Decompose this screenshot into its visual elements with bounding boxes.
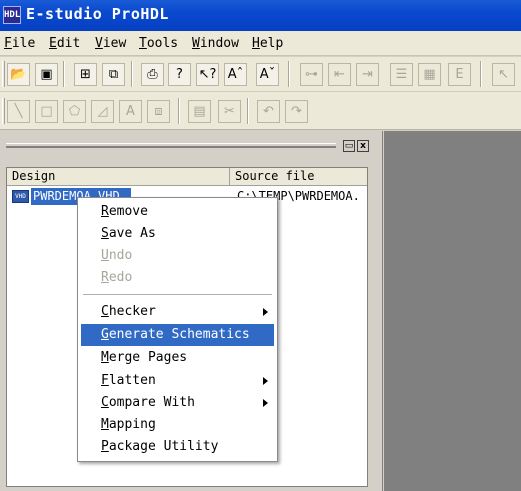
submenu-arrow-icon <box>263 308 268 316</box>
menu-item-compare-with[interactable]: Compare With <box>81 392 274 414</box>
help-icon[interactable]: ? <box>168 63 191 86</box>
app-icon[interactable]: HDL <box>3 6 21 24</box>
toolbar-separator <box>480 61 482 87</box>
submenu-arrow-icon <box>263 377 268 385</box>
list-icon[interactable]: ☰ <box>390 63 413 86</box>
panel-header[interactable]: ▭ x <box>0 136 383 153</box>
menu-window[interactable]: Window <box>192 36 239 51</box>
toolbar-separator <box>63 61 65 87</box>
vhdl-file-icon: VHD <box>12 190 29 203</box>
rectangle-tool-icon[interactable]: □ <box>35 100 58 123</box>
entity-icon[interactable]: E <box>448 63 471 86</box>
title-bar[interactable]: HDL E-studio ProHDL <box>0 0 521 31</box>
drawing-toolbar: ╲ □ ⬠ ◿ A ⧈ ▤ ✂ ↶ ↷ <box>0 92 521 130</box>
text-tool-icon[interactable]: A <box>119 100 142 123</box>
step-back-icon[interactable]: ⇤ <box>328 63 351 86</box>
menu-file[interactable]: File <box>4 36 35 51</box>
menu-item-save-as[interactable]: Save As <box>81 223 274 245</box>
schematic-icon[interactable]: ⧉ <box>102 63 125 86</box>
save-icon[interactable]: ▣ <box>35 63 58 86</box>
workspace-background <box>384 131 521 491</box>
toolbar-grip[interactable] <box>2 98 5 124</box>
redo-tool-icon[interactable]: ↷ <box>285 100 308 123</box>
polygon-tool-icon[interactable]: ⬠ <box>63 100 86 123</box>
menu-item-redo[interactable]: Redo <box>81 267 274 289</box>
bus-tool-icon[interactable]: ▤ <box>188 100 211 123</box>
menu-item-generate-schematics[interactable]: Generate Schematics <box>81 324 274 346</box>
panel-grip[interactable] <box>6 143 336 148</box>
print-icon[interactable]: ⎙ <box>141 63 164 86</box>
open-icon[interactable]: 📂 <box>7 63 30 86</box>
menu-separator <box>83 294 272 296</box>
menu-item-mapping[interactable]: Mapping <box>81 414 274 436</box>
select-arrow-icon[interactable]: ↖ <box>492 63 515 86</box>
window-title: E-studio ProHDL <box>26 5 169 23</box>
restore-icon[interactable]: ▭ <box>343 140 355 152</box>
toolbar-grip[interactable] <box>2 61 5 87</box>
step-forward-icon[interactable]: ⇥ <box>356 63 379 86</box>
menu-item-package-utility[interactable]: Package Utility <box>81 436 274 458</box>
cut-tool-icon[interactable]: ✂ <box>218 100 241 123</box>
menu-help[interactable]: Help <box>252 36 283 51</box>
line-tool-icon[interactable]: ╲ <box>7 100 30 123</box>
main-toolbar: 📂 ▣ ⊞ ⧉ ⎙ ? ↖? Aˆ Aˇ ⊶ ⇤ ⇥ ☰ ▦ E ↖ <box>0 57 521 92</box>
toolbar-separator <box>247 98 249 124</box>
toolbar-separator <box>131 61 133 87</box>
menu-tools[interactable]: Tools <box>139 36 178 51</box>
close-icon[interactable]: x <box>357 140 369 152</box>
toolbar-separator <box>178 98 180 124</box>
column-header-source[interactable]: Source file <box>230 168 367 186</box>
menu-item-checker[interactable]: Checker <box>81 301 274 323</box>
menu-bar: File Edit View Tools Window Help <box>0 31 521 56</box>
symbol-tool-icon[interactable]: ⧈ <box>147 100 170 123</box>
context-menu: Remove Save As Undo Redo Checker Generat… <box>77 197 278 462</box>
menu-item-remove[interactable]: Remove <box>81 201 274 223</box>
menu-view[interactable]: View <box>95 36 126 51</box>
menu-edit[interactable]: Edit <box>49 36 80 51</box>
submenu-arrow-icon <box>263 399 268 407</box>
font-increase-icon[interactable]: Aˆ <box>224 63 247 86</box>
undo-tool-icon[interactable]: ↶ <box>257 100 280 123</box>
context-help-icon[interactable]: ↖? <box>196 63 219 86</box>
grid-icon[interactable]: ▦ <box>418 63 441 86</box>
toolbar-separator <box>288 61 290 87</box>
menu-item-flatten[interactable]: Flatten <box>81 370 274 392</box>
shape-tool-icon[interactable]: ◿ <box>91 100 114 123</box>
column-header-design[interactable]: Design <box>7 168 230 186</box>
font-decrease-icon[interactable]: Aˇ <box>256 63 279 86</box>
design-view-icon[interactable]: ⊞ <box>74 63 97 86</box>
menu-item-undo[interactable]: Undo <box>81 245 274 267</box>
menu-item-merge-pages[interactable]: Merge Pages <box>81 347 274 369</box>
hierarchy-icon[interactable]: ⊶ <box>300 63 323 86</box>
